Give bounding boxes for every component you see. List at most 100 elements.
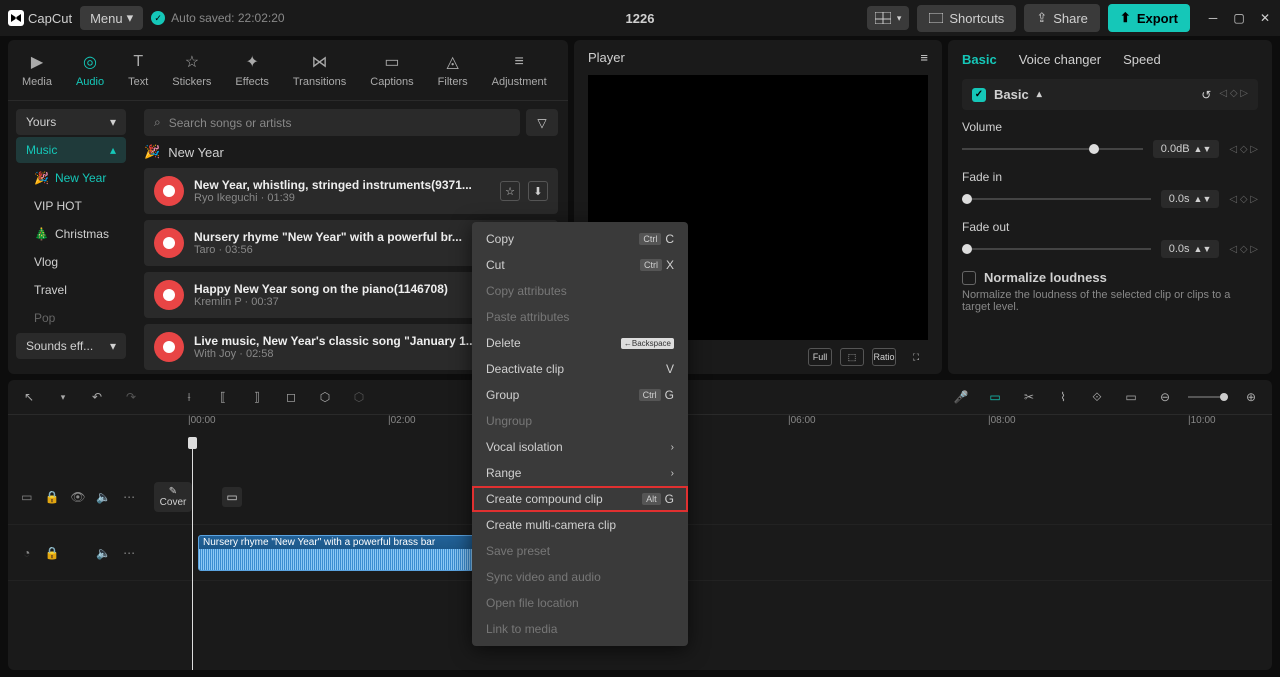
full-button[interactable]: Full — [808, 348, 832, 366]
zoom-slider[interactable] — [1188, 396, 1228, 398]
sounds-dropdown[interactable]: Sounds eff...▾ — [16, 333, 126, 359]
tab-text[interactable]: TText — [126, 48, 150, 92]
more-icon[interactable]: ⋯ — [120, 488, 138, 506]
cat-travel[interactable]: Travel — [16, 277, 126, 303]
keyframe-controls[interactable]: ◁ ◇ ▷ — [1229, 244, 1258, 255]
player-menu-icon[interactable]: ≡ — [920, 50, 928, 65]
filter-button[interactable]: ▽ — [526, 109, 558, 136]
video-lane[interactable]: ▭ — [192, 469, 1272, 524]
adjustment-icon: ≡ — [509, 52, 529, 72]
cat-vlog[interactable]: Vlog — [16, 249, 126, 275]
split-tool[interactable]: ⟊ — [178, 386, 200, 408]
ctx-create-multicam[interactable]: Create multi-camera clip — [472, 512, 688, 538]
ctx-copy[interactable]: CopyCtrlC — [472, 226, 688, 252]
tab-transitions[interactable]: ⋈Transitions — [291, 48, 348, 92]
crop-tool[interactable]: ◻ — [280, 386, 302, 408]
normalize-row: Normalize loudness Normalize the loudnes… — [962, 270, 1258, 313]
shortcuts-button[interactable]: Shortcuts — [917, 5, 1016, 32]
menu-button[interactable]: Menu ▾ — [80, 6, 143, 30]
ctx-range[interactable]: Range› — [472, 460, 688, 486]
crop-button[interactable]: ⬚ — [840, 348, 864, 366]
ratio-button[interactable]: Ratio — [872, 348, 896, 366]
link-tool[interactable]: ✂ — [1018, 386, 1040, 408]
lock-icon[interactable]: 🔒 — [44, 488, 62, 506]
cat-pop[interactable]: Pop — [16, 305, 126, 331]
export-button[interactable]: ⬆ Export — [1108, 4, 1190, 32]
close-button[interactable]: ✕ — [1258, 11, 1272, 25]
fadeout-value[interactable]: 0.0s▲▼ — [1161, 240, 1220, 258]
track-toggle-icon[interactable]: ▭ — [18, 488, 36, 506]
zoom-in[interactable]: ⊕ — [1240, 386, 1262, 408]
tab-basic[interactable]: Basic — [962, 52, 997, 67]
maximize-button[interactable]: ▢ — [1232, 11, 1246, 25]
volume-value[interactable]: 0.0dB▲▼ — [1153, 140, 1220, 158]
audio-clip[interactable]: Nursery rhyme "New Year" with a powerful… — [198, 535, 476, 571]
link2-tool[interactable]: ⌇ — [1052, 386, 1074, 408]
share-button[interactable]: ⇪ Share — [1024, 4, 1100, 32]
ctx-deactivate[interactable]: Deactivate clipV — [472, 356, 688, 382]
ctx-delete[interactable]: Delete←Backspace — [472, 330, 688, 356]
tab-filters[interactable]: ◬Filters — [436, 48, 470, 92]
ctx-cut[interactable]: CutCtrlX — [472, 252, 688, 278]
shield-tool[interactable]: ⬡ — [348, 386, 370, 408]
mic-tool[interactable]: 🎤 — [950, 386, 972, 408]
yours-dropdown[interactable]: Yours▾ — [16, 109, 126, 135]
cover-button[interactable]: ✎ Cover — [154, 482, 192, 512]
redo-button[interactable]: ↷ — [120, 386, 142, 408]
search-input[interactable]: ⌕ Search songs or artists — [144, 109, 520, 136]
mute-icon[interactable]: 🔈 — [95, 488, 113, 506]
trim-left-tool[interactable]: ⟦ — [212, 386, 234, 408]
fadeout-slider[interactable] — [962, 248, 1151, 250]
reset-icon[interactable]: ↺ — [1201, 88, 1211, 102]
undo-button[interactable]: ↶ — [86, 386, 108, 408]
tab-media[interactable]: ▶Media — [20, 48, 54, 92]
tab-adjustment[interactable]: ≡Adjustment — [490, 48, 549, 92]
cat-christmas[interactable]: 🎄Christmas — [16, 221, 126, 247]
search-icon: ⌕ — [154, 115, 161, 130]
layout-button[interactable]: ▾ — [867, 6, 910, 30]
cat-vip-hot[interactable]: VIP HOT — [16, 193, 126, 219]
music-dropdown[interactable]: Music▴ — [16, 137, 126, 163]
song-item[interactable]: New Year, whistling, stringed instrument… — [144, 168, 558, 214]
keyframe-controls[interactable]: ◁ ◇ ▷ — [1229, 194, 1258, 205]
song-thumb — [154, 176, 184, 206]
favorite-button[interactable]: ☆ — [500, 181, 520, 201]
keyframe-controls[interactable]: ◁ ◇ ▷ — [1219, 88, 1248, 102]
expand-button[interactable]: ⛶ — [904, 348, 928, 366]
tab-audio[interactable]: ◎Audio — [74, 48, 106, 92]
track-tool[interactable]: ▭ — [1120, 386, 1142, 408]
chevron-up-icon[interactable]: ▴ — [1037, 89, 1042, 100]
fadein-value[interactable]: 0.0s▲▼ — [1161, 190, 1220, 208]
eye-icon[interactable]: 👁 — [69, 488, 87, 506]
tab-captions[interactable]: ▭Captions — [368, 48, 415, 92]
pointer-menu[interactable]: ▾ — [52, 386, 74, 408]
zoom-out[interactable]: ⊖ — [1154, 386, 1176, 408]
add-clip-icon[interactable]: ▭ — [222, 487, 242, 507]
marker-tool[interactable]: ⬡ — [314, 386, 336, 408]
more-icon[interactable]: ⋯ — [120, 544, 138, 562]
snap-tool[interactable]: ⟐ — [1086, 386, 1108, 408]
magnet-tool[interactable]: ▭ — [984, 386, 1006, 408]
tab-voice-changer[interactable]: Voice changer — [1019, 52, 1101, 67]
pointer-tool[interactable]: ↖ — [18, 386, 40, 408]
audio-track-icon[interactable]: ◔ — [18, 544, 36, 562]
ctx-group[interactable]: GroupCtrlG — [472, 382, 688, 408]
mute-icon[interactable]: 🔈 — [95, 544, 113, 562]
minimize-button[interactable]: ─ — [1206, 11, 1220, 25]
audio-lane[interactable]: Nursery rhyme "New Year" with a powerful… — [192, 525, 1272, 580]
normalize-checkbox[interactable] — [962, 271, 976, 285]
lock-icon[interactable]: 🔒 — [44, 544, 62, 562]
cat-new-year[interactable]: 🎉New Year — [16, 165, 126, 191]
ctx-vocal-isolation[interactable]: Vocal isolation› — [472, 434, 688, 460]
volume-slider[interactable] — [962, 148, 1143, 150]
tab-speed[interactable]: Speed — [1123, 52, 1161, 67]
fadein-slider[interactable] — [962, 198, 1151, 200]
tab-effects[interactable]: ✦Effects — [233, 48, 270, 92]
keyframe-controls[interactable]: ◁ ◇ ▷ — [1229, 144, 1258, 155]
download-button[interactable]: ⬇ — [528, 181, 548, 201]
chevron-down-icon: ▾ — [110, 115, 116, 129]
tab-stickers[interactable]: ☆Stickers — [170, 48, 213, 92]
ctx-create-compound-clip[interactable]: Create compound clipAltG — [472, 486, 688, 512]
trim-right-tool[interactable]: ⟧ — [246, 386, 268, 408]
basic-checkbox[interactable]: ✓ — [972, 88, 986, 102]
